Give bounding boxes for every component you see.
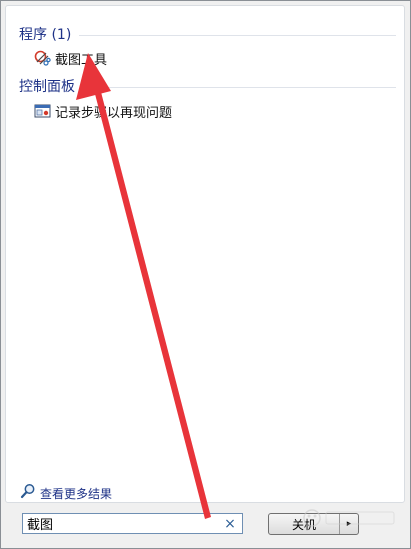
group-header-programs: 程序 (1)	[19, 24, 396, 44]
start-menu: 程序 (1) 截图工具 控制面板 (1) 记录步骤以再现问题 查看更多结果 截图…	[0, 0, 411, 549]
result-label-steps-recorder: 记录步骤以再现问题	[55, 105, 173, 121]
result-label-snipping-tool: 截图工具	[55, 52, 108, 68]
shutdown-options-arrow-icon[interactable]: ▸	[340, 514, 358, 534]
group-divider	[79, 34, 396, 36]
group-title-programs: 程序 (1)	[19, 27, 72, 43]
group-header-control-panel: 控制面板 (1)	[19, 76, 396, 96]
shutdown-button-group: 关机 ▸	[268, 513, 359, 535]
search-results-pane: 程序 (1) 截图工具 控制面板 (1) 记录步骤以再现问题 查看更多结果	[5, 5, 405, 503]
scissors-icon	[34, 50, 51, 67]
search-box: ×	[22, 513, 243, 534]
search-icon	[20, 483, 36, 503]
result-item-steps-recorder[interactable]: 记录步骤以再现问题	[30, 101, 176, 121]
group-title-control-panel: 控制面板 (1)	[19, 79, 100, 95]
see-more-results-label: 查看更多结果	[40, 486, 113, 501]
see-more-results-link[interactable]: 查看更多结果	[20, 484, 112, 502]
group-divider	[107, 86, 396, 88]
shutdown-button[interactable]: 关机	[269, 514, 340, 534]
clear-search-icon[interactable]: ×	[222, 516, 238, 532]
search-input[interactable]	[23, 514, 222, 533]
result-item-snipping-tool[interactable]: 截图工具	[30, 48, 111, 68]
steps-recorder-icon	[34, 103, 51, 120]
